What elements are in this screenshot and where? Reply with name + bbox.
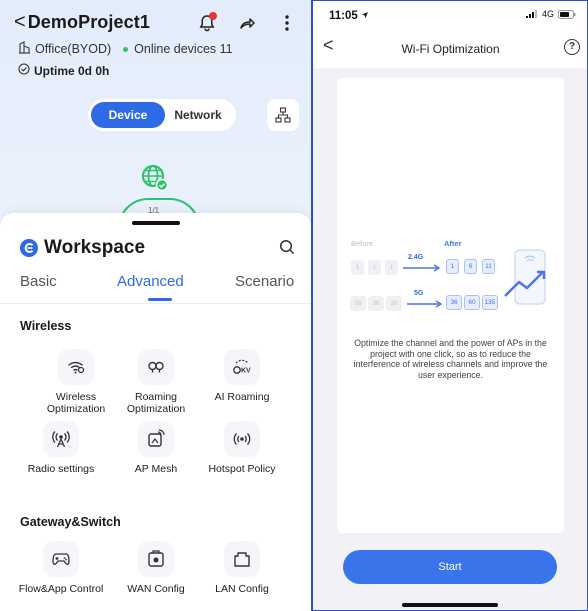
tool-flow-app-control[interactable]: Flow&App Control xyxy=(13,541,109,595)
workspace-header: Workspace xyxy=(20,237,145,259)
tool-ai-roaming[interactable]: KV AI Roaming xyxy=(194,349,290,403)
building-icon xyxy=(18,41,31,57)
uptime: Uptime 0d 0h xyxy=(18,63,109,78)
tool-label: Flow&App Control xyxy=(18,583,104,595)
battery-icon xyxy=(558,9,576,19)
online-devices-count: Online devices 11 xyxy=(134,42,233,56)
status-bar: 11:05 4G xyxy=(313,0,588,28)
active-tab-indicator xyxy=(148,298,172,301)
tab-advanced[interactable]: Advanced xyxy=(117,273,184,290)
feature-description: Optimize the channel and the power of AP… xyxy=(353,338,548,380)
header-actions xyxy=(196,12,298,34)
workspace-tabs: Basic Advanced Scenario xyxy=(0,273,311,299)
wifi-optimize-icon xyxy=(58,349,94,385)
before-channel-chip: 1 xyxy=(351,260,364,275)
online-dot xyxy=(123,46,129,52)
band-5g-label: 5G xyxy=(414,290,424,297)
tabs-divider xyxy=(0,303,311,304)
after-channel-chip: 135 xyxy=(482,295,498,310)
roaming-icon xyxy=(138,349,174,385)
tool-label: AI Roaming xyxy=(214,391,270,403)
after-channel-chip: 11 xyxy=(482,259,495,274)
status-indicators: 4G xyxy=(525,9,576,19)
tab-scenario[interactable]: Scenario xyxy=(235,273,294,290)
network-type: 4G xyxy=(541,9,554,19)
svg-text:KV: KV xyxy=(241,368,251,375)
section-heading-gateway-switch: Gateway&Switch xyxy=(20,515,121,529)
tool-label: Radio settings xyxy=(27,463,95,475)
notification-badge xyxy=(209,12,217,20)
project-header: < DemoProject1 xyxy=(14,8,304,36)
tool-label: LAN Config xyxy=(215,583,269,595)
phone-trend-illustration-icon xyxy=(504,249,546,305)
status-time: 11:05 xyxy=(329,10,369,22)
after-channel-chip: 36 xyxy=(446,295,462,310)
before-channel-chip: 1 xyxy=(368,260,381,275)
workspace-logo-icon xyxy=(20,239,38,257)
share-icon[interactable] xyxy=(236,12,258,34)
more-vertical-icon[interactable] xyxy=(276,12,298,34)
segment-device[interactable]: Device xyxy=(91,102,165,128)
ai-roaming-icon: KV xyxy=(224,349,260,385)
internet-globe-icon[interactable] xyxy=(135,159,175,199)
help-icon[interactable]: ? xyxy=(564,39,580,55)
clock-check-icon xyxy=(18,63,30,78)
topology-icon xyxy=(275,107,291,123)
tool-label: WAN Config xyxy=(127,583,185,595)
tool-hotspot-policy[interactable]: Hotspot Policy xyxy=(194,421,290,475)
notification-bell-icon[interactable] xyxy=(196,12,218,34)
nav-bar: < Wi-Fi Optimization ? xyxy=(313,28,588,68)
after-label: After xyxy=(444,239,462,248)
before-label: Before xyxy=(351,239,374,248)
office-label: Office(BYOD) xyxy=(35,42,112,56)
tool-roaming-optimization[interactable]: Roaming Optimization xyxy=(108,349,204,415)
view-segmented-control: Device Network xyxy=(88,99,236,131)
tool-radio-settings[interactable]: Radio settings xyxy=(13,421,109,475)
before-channel-chip: 1 xyxy=(385,260,398,275)
workspace-title: Workspace xyxy=(44,237,146,258)
project-info: Office(BYOD) Online devices 11 xyxy=(18,41,233,57)
signal-bars-icon xyxy=(525,10,537,18)
arrow-right-icon xyxy=(403,264,441,272)
tool-label: Roaming Optimization xyxy=(126,391,186,415)
after-channel-chip: 1 xyxy=(446,259,459,274)
radio-tower-icon xyxy=(43,421,79,457)
tool-label: Hotspot Policy xyxy=(208,463,276,475)
wan-config-icon xyxy=(138,541,174,577)
arrow-right-icon xyxy=(407,300,443,308)
project-title[interactable]: DemoProject1 xyxy=(28,12,150,33)
segment-network[interactable]: Network xyxy=(165,102,231,128)
lan-config-icon xyxy=(224,541,260,577)
hotspot-icon xyxy=(224,421,260,457)
start-button[interactable]: Start xyxy=(343,550,557,584)
ap-mesh-icon xyxy=(138,421,174,457)
back-button[interactable]: < xyxy=(14,12,26,32)
before-channel-chip: 36 xyxy=(350,296,366,311)
tool-ap-mesh[interactable]: AP Mesh xyxy=(108,421,204,475)
search-icon[interactable] xyxy=(279,239,295,260)
tool-wan-config[interactable]: WAN Config xyxy=(108,541,204,595)
tool-label: AP Mesh xyxy=(134,463,178,475)
after-channel-chip: 60 xyxy=(464,295,480,310)
right-app-screen: 11:05 4G < Wi-Fi Optimization ? Before A… xyxy=(313,0,588,611)
page-title: Wi-Fi Optimization xyxy=(401,42,500,56)
section-heading-wireless: Wireless xyxy=(20,319,72,333)
tab-basic[interactable]: Basic xyxy=(20,273,57,290)
before-channel-chip: 36 xyxy=(386,296,402,311)
before-channel-chip: 36 xyxy=(368,296,384,311)
workspace-sheet: Workspace Basic Advanced Scenario Wirele… xyxy=(0,213,311,611)
band-24g-label: 2.4G xyxy=(408,254,424,261)
home-indicator[interactable] xyxy=(402,603,498,607)
sheet-grabber[interactable] xyxy=(132,221,180,225)
left-app-screen: < DemoProject1 Office(BYOD) Online devic… xyxy=(0,0,311,611)
uptime-text: Uptime 0d 0h xyxy=(34,63,110,78)
location-arrow-icon xyxy=(361,12,368,18)
topology-button[interactable] xyxy=(267,99,299,131)
gamepad-icon xyxy=(43,541,79,577)
after-channel-chip: 6 xyxy=(464,259,477,274)
tool-lan-config[interactable]: LAN Config xyxy=(194,541,290,595)
